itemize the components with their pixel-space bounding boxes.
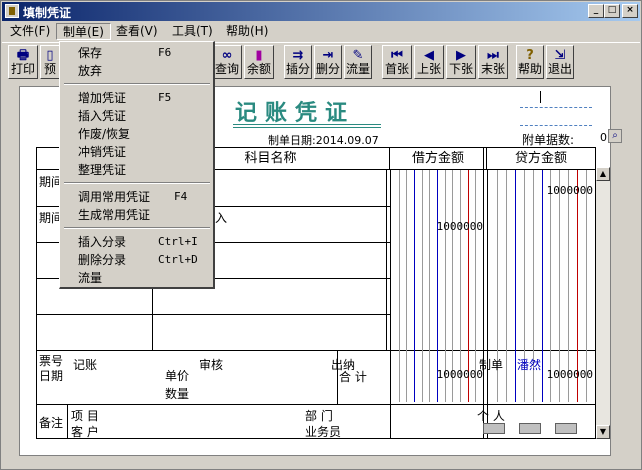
menu-file[interactable]: 文件(F) (4, 23, 56, 40)
remarks-label: 备注 (39, 416, 64, 430)
last-button[interactable]: ⏭ 末张 (478, 45, 508, 79)
chart-icon: ▮ (255, 48, 263, 63)
text-cursor (540, 91, 541, 103)
menu-help[interactable]: 帮助(H) (220, 23, 274, 40)
attachment-label: 附单据数: (522, 133, 575, 147)
menu-item-reverse-voucher[interactable]: 冲销凭证 (62, 143, 212, 161)
preview-button[interactable]: ▯ 预 (40, 45, 60, 79)
exit-icon: ⇲ (554, 48, 566, 63)
title-underline (233, 124, 381, 128)
first-icon: ⏮ (391, 48, 403, 63)
voucher-menu-dropdown: 保存 F6 放弃 增加凭证 F5 插入凭证 作废/恢复 冲销凭证 整理凭证 调用常用… (59, 41, 215, 289)
app-icon (5, 4, 19, 18)
menu-separator (64, 83, 210, 85)
menu-bar: 文件(F) 制单(E) 查看(V) 工具(T) 帮助(H) (2, 22, 640, 41)
preview-icon: ▯ (46, 48, 54, 63)
exit-button[interactable]: ⇲ 退出 (546, 45, 574, 79)
menu-item-add-voucher[interactable]: 增加凭证 F5 (62, 89, 212, 107)
menu-item-insert-entry[interactable]: 插入分录 Ctrl+I (62, 233, 212, 251)
menu-separator (64, 182, 210, 184)
review-label: 审核 (199, 358, 224, 372)
card-icon[interactable] (519, 423, 541, 434)
voucher-window: 填制凭证 _ □ × 文件(F) 制单(E) 查看(V) 工具(T) 帮助(H)… (0, 0, 642, 470)
menu-voucher[interactable]: 制单(E) (56, 23, 111, 40)
menu-item-delete-entry[interactable]: 删除分录 Ctrl+D (62, 251, 212, 269)
project-label: 项 目 (71, 409, 99, 423)
close-button[interactable]: × (622, 4, 638, 18)
quantity-label: 数量 (165, 387, 190, 401)
attachment-search-icon[interactable]: ⌕ (608, 129, 622, 143)
salesman-label: 业务员 (305, 425, 342, 439)
title-bar: 填制凭证 _ □ × (2, 2, 640, 21)
digit-column-line (398, 170, 400, 402)
menu-item-generate-common-voucher[interactable]: 生成常用凭证 (62, 206, 212, 224)
prev-icon: ◀ (424, 48, 434, 63)
menu-separator (64, 227, 210, 229)
dashed-line (520, 107, 592, 108)
menu-tools[interactable]: 工具(T) (166, 23, 219, 40)
balance-button[interactable]: ▮ 余额 (244, 45, 274, 79)
column-divider (67, 404, 68, 438)
scroll-down-icon[interactable]: ▼ (596, 425, 610, 439)
help-button[interactable]: ? 帮助 (516, 45, 544, 79)
customer-label: 客 户 (71, 425, 99, 439)
flow-button[interactable]: ✎ 流量 (344, 45, 372, 79)
attachment-count[interactable]: 0 (600, 131, 607, 144)
menu-item-discard[interactable]: 放弃 (62, 62, 212, 80)
binoculars-icon: ∞ (221, 48, 233, 63)
menu-item-call-common-voucher[interactable]: 调用常用凭证 F4 (62, 188, 212, 206)
menu-item-void-restore[interactable]: 作废/恢复 (62, 125, 212, 143)
menu-item-organize-vouchers[interactable]: 整理凭证 (62, 161, 212, 179)
menu-item-flow[interactable]: 流量 (62, 269, 212, 287)
date-label: 日期 (39, 369, 64, 383)
bookkeeping-label: 记账 (73, 358, 98, 372)
vertical-scrollbar[interactable]: ▲ ▼ (596, 167, 610, 439)
help-icon: ? (526, 48, 534, 63)
total-debit-amount: 1000000 (436, 368, 483, 381)
row1-credit-amount: 1000000 (546, 184, 593, 197)
voucher-title: 记账凭证 (235, 100, 356, 126)
last-icon: ⏭ (487, 48, 499, 63)
unit-price-label: 单价 (165, 369, 190, 383)
debit-header: 借方金额 (390, 148, 487, 170)
row-line (37, 404, 595, 405)
column-divider (483, 148, 484, 438)
print-button[interactable]: 🖶 打印 (8, 45, 38, 79)
digit-column-line (505, 170, 507, 402)
prev-button[interactable]: ◀ 上张 (414, 45, 444, 79)
flow-icon: ✎ (352, 48, 364, 63)
row2-debit-amount: 1000000 (436, 220, 483, 233)
digit-column-line (514, 170, 516, 402)
department-label: 部 门 (305, 409, 333, 423)
minimize-button[interactable]: _ (588, 4, 604, 18)
next-button[interactable]: ▶ 下张 (446, 45, 476, 79)
cashier-label: 出纳 (331, 358, 356, 372)
menu-item-save[interactable]: 保存 F6 (62, 44, 212, 62)
maker-label: 制单 (479, 358, 504, 372)
next-icon: ▶ (456, 48, 466, 63)
maker-name: 潘然 (517, 358, 542, 372)
row2-subject[interactable]: 入 (215, 209, 227, 226)
insert-split-icon: ⇉ (292, 48, 304, 63)
menu-item-insert-voucher[interactable]: 插入凭证 (62, 107, 212, 125)
dashed-line (520, 125, 592, 126)
tool-icon[interactable] (555, 423, 577, 434)
menu-view[interactable]: 查看(V) (110, 23, 164, 40)
row-line (37, 314, 390, 315)
query-button[interactable]: ∞ 查询 (212, 45, 242, 79)
printer-icon: 🖶 (16, 48, 30, 63)
column-divider (386, 170, 387, 350)
delete-split-button[interactable]: ⇥ 删分 (314, 45, 342, 79)
card-icon[interactable] (483, 423, 505, 434)
person-label: 个 人 (477, 409, 505, 423)
credit-header: 贷方金额 (487, 148, 595, 170)
maximize-button[interactable]: □ (604, 4, 620, 18)
delete-split-icon: ⇥ (322, 48, 334, 63)
voucher-date: 制单日期:2014.09.07 (268, 134, 379, 147)
window-title: 填制凭证 (23, 6, 72, 20)
first-button[interactable]: ⏮ 首张 (382, 45, 412, 79)
insert-split-button[interactable]: ⇉ 插分 (284, 45, 312, 79)
scroll-up-icon[interactable]: ▲ (596, 167, 610, 181)
